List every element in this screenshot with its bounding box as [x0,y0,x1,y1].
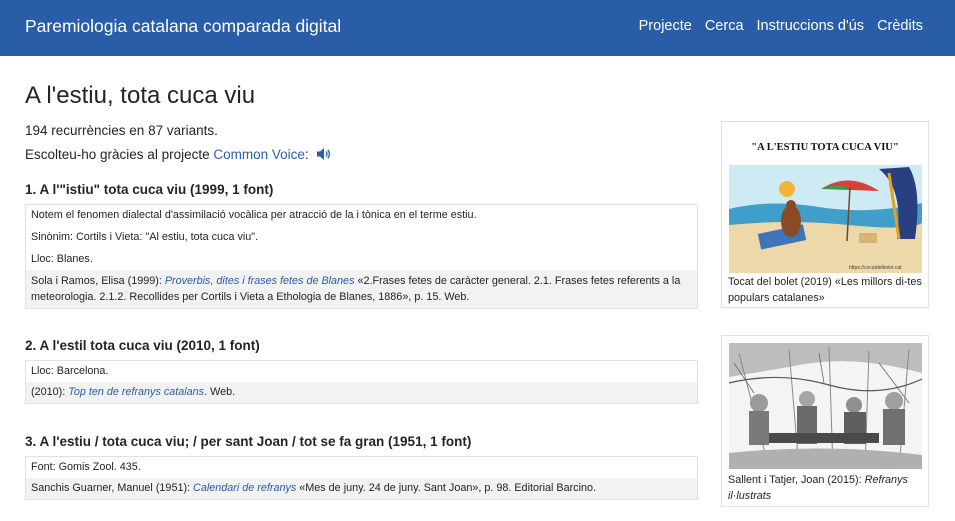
voice-suffix-text: : [304,147,309,162]
variant-1-place: Lloc: Blanes. [31,253,93,265]
nav-link-instruccions[interactable]: Instruccions d'ús [757,18,865,34]
top-navbar: Paremiologia catalana comparada digital … [0,0,955,56]
variant-1-reference: Sola i Ramos, Elisa (1999): Proverbis, d… [26,270,697,308]
nav-link-credits[interactable]: Crèdits [877,18,923,34]
reference-work-link[interactable]: Proverbis, dites i frases fetes de Blane… [165,275,355,287]
reference-detail: «Mes de juny. 24 de juny. Sant Joan», p.… [296,482,596,494]
nav-link-cerca[interactable]: Cerca [705,18,744,34]
illustration-market-image[interactable] [729,343,922,469]
page-title: A l'estiu, tota cuca viu [25,82,256,109]
variant-3-source: Font: Gomis Zool. 435. [31,461,141,473]
variant-2-place: Lloc: Barcelona. [31,365,109,377]
reference-author: Sola i Ramos, Elisa (1999): [31,275,165,287]
variant-3-reference: Sanchis Guarner, Manuel (1951): Calendar… [26,478,697,499]
speaker-icon[interactable] [316,147,332,164]
illustration-1-caption: Tocat del bolet (2019) «Les millors di-t… [728,276,922,304]
variant-2-entry: Lloc: Barcelona. (2010): Top ten de refr… [25,360,698,404]
reference-detail: . Web. [204,386,236,398]
illustration-card-1: "A L'ESTIU TOTA CUCA VIU" https://cocatd… [721,121,929,308]
illustration-2-caption: Sallent i Tatjer, Joan (2015): Refranys … [728,472,924,504]
nav-link-projecte[interactable]: Projecte [639,18,692,34]
occurrence-summary: 194 recurrències en 87 variants. [25,123,218,138]
variant-1-entry: Notem el fenomen dialectal d'assimilació… [25,204,698,309]
site-brand-link[interactable]: Paremiologia catalana comparada digital [25,16,341,37]
variant-1-title: 1. A l'"istiu" tota cuca viu (1999, 1 fo… [25,182,274,197]
illustration-beach-image[interactable]: "A L'ESTIU TOTA CUCA VIU" https://cocatd… [729,129,922,273]
variant-1-note: Notem el fenomen dialectal d'assimilació… [31,209,477,221]
variant-2-reference: (2010): Top ten de refranys catalans. We… [26,382,697,403]
caption-author: Sallent i Tatjer, Joan (2015): [728,474,865,486]
variant-1-synonym: Sinònim: Cortils i Vieta: "Al estiu, tot… [31,231,259,243]
variant-3-entry: Font: Gomis Zool. 435. Sanchis Guarner, … [25,456,698,500]
reference-work-link[interactable]: Top ten de refranys catalans [68,386,204,398]
common-voice-line: Escolteu-ho gràcies al projecte Common V… [25,147,332,164]
reference-work-link[interactable]: Calendari de refranys [193,482,296,494]
common-voice-link[interactable]: Common Voice [213,147,305,162]
variant-2-title: 2. A l'estil tota cuca viu (2010, 1 font… [25,338,260,353]
reference-author: Sanchis Guarner, Manuel (1951): [31,482,194,494]
variant-3-title: 3. A l'estiu / tota cuca viu; / per sant… [25,434,472,449]
image-url-text: https://cocatdelbolet.cat [849,265,902,271]
main-nav: Projecte Cerca Instruccions d'ús Crèdits [639,18,923,34]
illustration-card-2: Sallent i Tatjer, Joan (2015): Refranys … [721,335,929,507]
image-heading-text: "A L'ESTIU TOTA CUCA VIU" [751,142,898,153]
reference-author: (2010): [31,386,69,398]
voice-prefix-text: Escolteu-ho gràcies al projecte [25,147,214,162]
